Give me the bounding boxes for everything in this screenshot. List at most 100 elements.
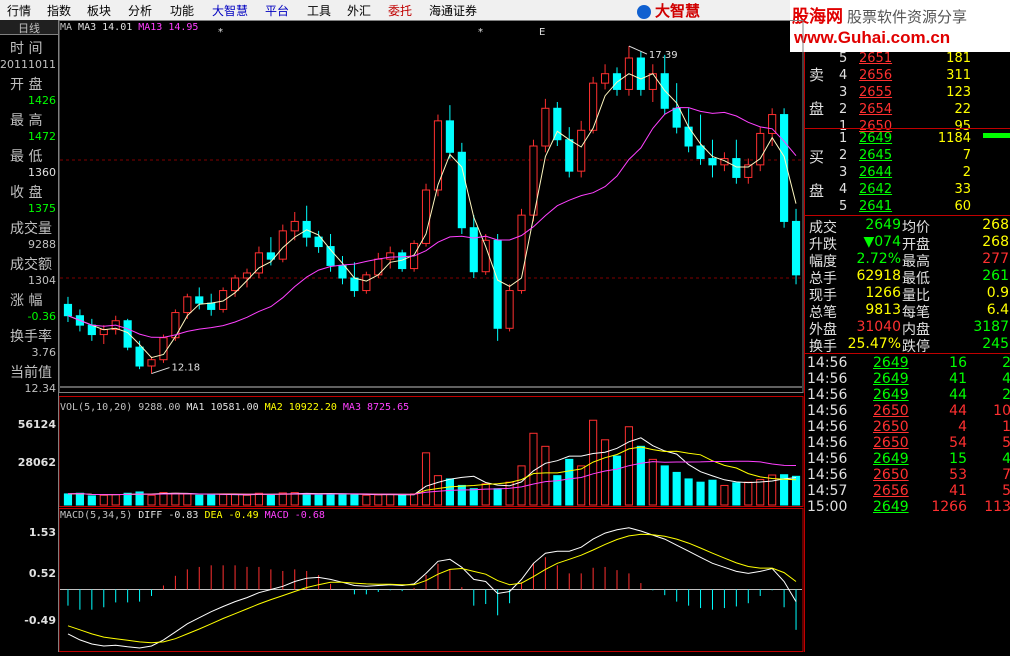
tick-row[interactable]: 14:56 2650 53 7 xyxy=(805,467,1010,483)
tick-volume: 53 xyxy=(949,467,967,483)
menu-item-tools[interactable]: 工具 xyxy=(307,2,331,19)
volume-legend: VOL(5,10,20) 9288.00 MA1 10581.00 MA2 10922… xyxy=(60,402,415,413)
sell-level-row[interactable]: 4 2656 311 xyxy=(805,68,1010,84)
candle-body[interactable] xyxy=(565,139,574,172)
candle-body[interactable] xyxy=(290,220,299,232)
vol-ytick-2: 28062 xyxy=(17,456,56,469)
info-value: 9288 xyxy=(28,238,56,251)
candle-body[interactable] xyxy=(207,302,216,310)
macd-ytick-2: 0.52 xyxy=(28,567,56,580)
candle-body[interactable] xyxy=(457,151,466,229)
candle-body[interactable] xyxy=(600,73,610,84)
buy-level-row[interactable]: 2 2645 7 xyxy=(805,148,1010,164)
tick-time: 14:56 xyxy=(807,355,848,371)
candle-body[interactable] xyxy=(469,227,478,273)
buy-level-row[interactable]: 5 2641 60 xyxy=(805,199,1010,215)
candle-body[interactable] xyxy=(696,145,705,160)
menu-item-platform[interactable]: 平台 xyxy=(265,2,289,19)
tick-row[interactable]: 15:00 2649 1266 113 xyxy=(805,499,1010,515)
stat-value: 62918 xyxy=(856,268,901,284)
volume-bar xyxy=(123,492,132,506)
menu-item-order[interactable]: 委托 xyxy=(388,2,412,19)
volume-bar xyxy=(338,493,347,506)
candle-body[interactable] xyxy=(589,82,598,131)
volume-bar xyxy=(87,495,96,506)
candle-body[interactable] xyxy=(386,252,395,260)
candle-body[interactable] xyxy=(195,296,204,304)
candle-body[interactable] xyxy=(505,290,514,329)
sell-level-row[interactable]: 2 2654 22 xyxy=(805,102,1010,118)
menu-item-broker[interactable]: 海通证券 xyxy=(429,2,477,19)
menu-item-analysis[interactable]: 分析 xyxy=(128,2,152,19)
tick-row[interactable]: 14:57 2656 41 5 xyxy=(805,483,1010,499)
volume-bar xyxy=(99,494,108,506)
candle-body[interactable] xyxy=(183,296,192,314)
candle-body[interactable] xyxy=(63,303,73,317)
tick-price: 2650 xyxy=(873,467,909,483)
buy-level-row[interactable]: 1 2649 1184 xyxy=(805,131,1010,147)
volume-bar xyxy=(326,493,335,506)
candle-body[interactable] xyxy=(648,73,657,90)
candle-body[interactable] xyxy=(768,114,777,134)
legend-entry: MACD(5,34,5) xyxy=(60,510,133,521)
tick-row[interactable]: 14:56 2650 54 5 xyxy=(805,435,1010,451)
sell-level-row[interactable]: 3 2655 123 xyxy=(805,85,1010,101)
candle-body[interactable] xyxy=(147,359,156,367)
volume-bar xyxy=(350,494,359,506)
candle-body[interactable] xyxy=(791,220,801,276)
candle-body[interactable] xyxy=(708,158,717,166)
chart-svg[interactable]: 17.39 12.18 * * E xyxy=(58,20,804,652)
candle-body[interactable] xyxy=(362,274,371,292)
candle-body[interactable] xyxy=(732,158,741,178)
tick-price: 2650 xyxy=(873,435,909,451)
candle-body[interactable] xyxy=(672,107,681,128)
candle-body[interactable] xyxy=(159,337,168,361)
buy-level-row[interactable]: 4 2642 33 xyxy=(805,182,1010,198)
period-tab-daily[interactable]: 日线 xyxy=(0,20,58,35)
menu-item-function[interactable]: 功能 xyxy=(170,2,194,19)
menu-item-sector[interactable]: 板块 xyxy=(87,2,111,19)
candle-body[interactable] xyxy=(230,277,240,292)
tick-row[interactable]: 14:56 2650 44 10 xyxy=(805,403,1010,419)
buy-volume: 33 xyxy=(954,182,971,197)
event-marker[interactable]: * xyxy=(218,27,223,38)
tick-count: 5 xyxy=(1002,435,1010,451)
event-marker[interactable]: * xyxy=(478,27,483,38)
candle-body[interactable] xyxy=(493,239,502,329)
candle-body[interactable] xyxy=(123,320,132,348)
candle-body[interactable] xyxy=(577,129,586,172)
tick-row[interactable]: 14:56 2649 15 4 xyxy=(805,451,1010,467)
buy-level-row[interactable]: 3 2644 2 xyxy=(805,165,1010,181)
event-marker[interactable]: E xyxy=(539,27,545,38)
sell-level-row[interactable]: 5 2651 181 xyxy=(805,51,1010,67)
price-legend: MA MA3 14.01 MA13 14.95 xyxy=(60,22,204,33)
candle-body[interactable] xyxy=(636,57,645,90)
level-number: 5 xyxy=(839,51,848,66)
stat-value: 25.47% xyxy=(847,336,901,352)
menu-item-quotes[interactable]: 行情 xyxy=(7,2,31,19)
tick-price: 2656 xyxy=(873,483,909,499)
candle-body[interactable] xyxy=(135,346,144,367)
menu-item-index[interactable]: 指数 xyxy=(47,2,71,19)
candle-body[interactable] xyxy=(350,277,359,292)
candle-body[interactable] xyxy=(481,239,490,273)
menu-item-dzh[interactable]: 大智慧 xyxy=(212,2,248,19)
tick-volume: 16 xyxy=(949,355,967,371)
tick-row[interactable]: 14:56 2650 4 1 xyxy=(805,419,1010,435)
buy-price: 2644 xyxy=(859,165,893,180)
stat-value: ▼074 xyxy=(863,234,902,250)
menu-item-forex[interactable]: 外汇 xyxy=(347,2,371,19)
legend-entry: MA2 10922.20 xyxy=(264,402,337,413)
tick-row[interactable]: 14:56 2649 16 2 xyxy=(805,355,1010,371)
candle-body[interactable] xyxy=(541,107,550,147)
candle-body[interactable] xyxy=(553,107,562,141)
candle-body[interactable] xyxy=(445,120,454,153)
candle-body[interactable] xyxy=(421,189,431,244)
level-number: 2 xyxy=(839,148,848,163)
candle-body[interactable] xyxy=(338,264,347,279)
chart-area[interactable]: 17.39 12.18 * * E MA MA3 14.01 MA13 14.95 VOL(… xyxy=(58,20,804,652)
level-number: 3 xyxy=(839,85,848,100)
tick-row[interactable]: 14:56 2649 44 2 xyxy=(805,387,1010,403)
tick-row[interactable]: 14:56 2649 41 4 xyxy=(805,371,1010,387)
candle-body[interactable] xyxy=(219,290,228,310)
